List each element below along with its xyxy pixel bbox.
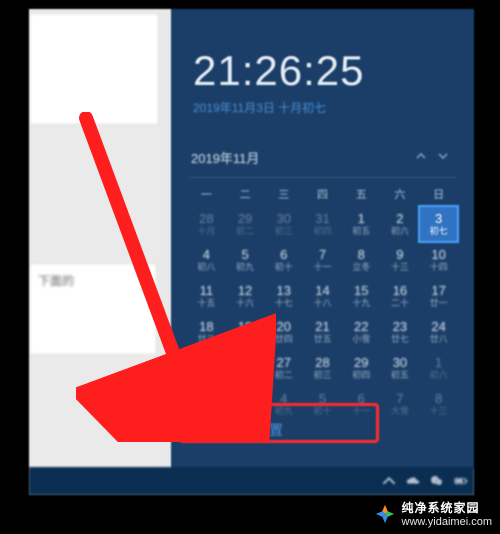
dow-label: 五 — [342, 182, 381, 206]
calendar-day[interactable]: 27初二 — [265, 351, 302, 385]
calendar-day[interactable]: 28初三 — [304, 351, 341, 385]
calendar-day[interactable]: 17廿一 — [420, 279, 457, 313]
calendar-day[interactable]: 14十八 — [304, 279, 341, 313]
calendar-day[interactable]: 2初六 — [382, 207, 419, 241]
watermark-logo-icon — [374, 503, 396, 525]
dow-label: 三 — [264, 182, 303, 206]
background-window: 下面的 — [29, 9, 159, 495]
watermark: 纯净系统家园 www.yidaimei.com — [374, 499, 492, 528]
prev-month-button[interactable] — [410, 150, 432, 164]
bg-card-1 — [29, 13, 159, 125]
tray-battery-icon[interactable] — [454, 474, 468, 488]
calendar-day[interactable]: 5初九 — [227, 243, 264, 277]
calendar-day[interactable]: 26十一月 — [227, 351, 264, 385]
dow-label: 一 — [187, 182, 226, 206]
calendar-day[interactable]: 20廿四 — [265, 315, 302, 349]
calendar-day[interactable]: 29初二 — [227, 207, 264, 241]
tray-wechat-icon[interactable] — [430, 474, 444, 488]
calendar-day[interactable]: 6初十 — [265, 243, 302, 277]
calendar-day[interactable]: 22小雪 — [343, 315, 380, 349]
calendar-day[interactable]: 18廿二 — [188, 315, 225, 349]
calendar-day[interactable]: 16二十 — [382, 279, 419, 313]
watermark-url: www.yidaimei.com — [402, 516, 492, 528]
calendar-day[interactable]: 11十五 — [188, 279, 225, 313]
dow-label: 日 — [419, 182, 458, 206]
calendar-day[interactable]: 29初四 — [343, 351, 380, 385]
calendar-day[interactable]: 4初八 — [188, 243, 225, 277]
next-month-button[interactable] — [432, 150, 454, 164]
calendar-day[interactable]: 10十四 — [420, 243, 457, 277]
calendar-day[interactable]: 9十三 — [382, 243, 419, 277]
date-time-settings-link[interactable]: 日期和时间设置 — [185, 420, 283, 440]
calendar-day[interactable]: 19廿三 — [227, 315, 264, 349]
calendar-day[interactable]: 21廿五 — [304, 315, 341, 349]
calendar-day[interactable]: 25廿九 — [188, 351, 225, 385]
calendar-day[interactable]: 8立冬 — [343, 243, 380, 277]
clock-date[interactable]: 2019年11月3日 十月初七 — [193, 99, 365, 116]
dow-label: 四 — [303, 182, 342, 206]
clock-calendar-flyout: 21:26:25 2019年11月3日 十月初七 2019年11月 一二三四五六… — [171, 9, 474, 469]
tray-up-icon[interactable] — [382, 474, 396, 488]
calendar-day[interactable]: 1初六 — [420, 351, 457, 385]
tray-onedrive-icon[interactable] — [406, 474, 420, 488]
calendar-day[interactable]: 24廿八 — [420, 315, 457, 349]
calendar-month-label[interactable]: 2019年11月 — [191, 148, 259, 167]
dow-label: 二 — [226, 182, 265, 206]
watermark-title: 纯净系统家园 — [402, 499, 492, 516]
calendar-day[interactable]: 23廿七 — [382, 315, 419, 349]
calendar-day[interactable]: 28十月 — [188, 207, 225, 241]
dow-label: 六 — [381, 182, 420, 206]
calendar-day[interactable]: 3初七 — [420, 207, 457, 241]
calendar-day[interactable]: 13十七 — [265, 279, 302, 313]
clock-time: 21:26:25 — [193, 47, 365, 95]
calendar-day[interactable]: 12十六 — [227, 279, 264, 313]
calendar-day[interactable]: 31初四 — [304, 207, 341, 241]
calendar-day[interactable]: 7十一 — [304, 243, 341, 277]
calendar-day[interactable]: 15十九 — [343, 279, 380, 313]
bg-card-2: 下面的 — [29, 263, 157, 355]
calendar-day[interactable]: 30初五 — [382, 351, 419, 385]
taskbar[interactable] — [29, 467, 474, 495]
calendar-day[interactable]: 30初三 — [265, 207, 302, 241]
calendar-day[interactable]: 1初五 — [343, 207, 380, 241]
